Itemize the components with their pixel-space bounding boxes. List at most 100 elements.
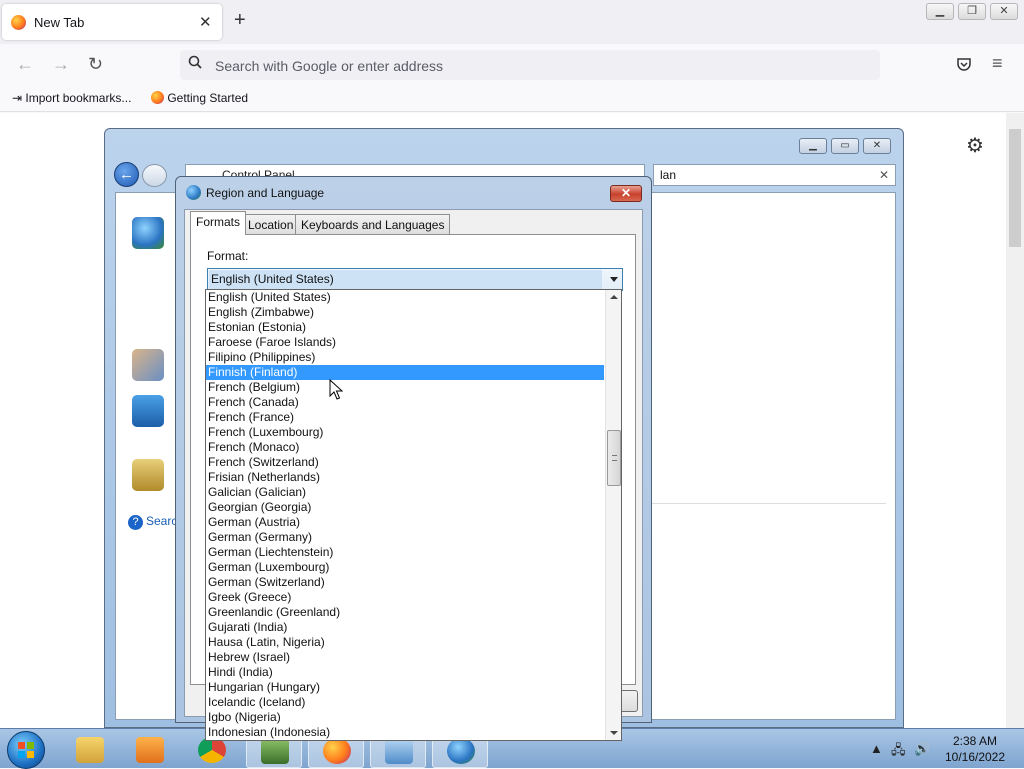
format-option[interactable]: English (Zimbabwe)	[206, 305, 604, 320]
forward-arrow-icon[interactable]: →	[52, 54, 70, 75]
clock-date: 10/16/2022	[944, 750, 1006, 764]
format-option[interactable]: Georgian (Georgia)	[206, 500, 604, 515]
url-bar[interactable]: Search with Google or enter address	[180, 50, 880, 80]
format-option[interactable]: French (Switzerland)	[206, 455, 604, 470]
cp-minimize-button[interactable]: ▁	[799, 138, 827, 154]
start-button[interactable]	[7, 731, 45, 769]
pocket-icon[interactable]	[956, 56, 972, 72]
format-option[interactable]: Hungarian (Hungary)	[206, 680, 604, 695]
show-hidden-icons-chevron-icon[interactable]: ▲	[870, 741, 883, 756]
format-option[interactable]: German (Liechtenstein)	[206, 545, 604, 560]
network-tray-icon[interactable]: 🖧	[891, 741, 906, 763]
format-option[interactable]: Hindi (India)	[206, 665, 604, 680]
volume-icon[interactable]: 🔊	[914, 741, 930, 757]
format-option[interactable]: French (Luxembourg)	[206, 425, 604, 440]
format-option[interactable]: German (Germany)	[206, 530, 604, 545]
firefox-icon	[151, 91, 164, 104]
firefox-icon	[323, 738, 351, 764]
cp-search-input[interactable]: lan ✕	[653, 164, 896, 186]
back-arrow-icon[interactable]: ←	[16, 54, 34, 75]
window-close-button[interactable]: ✕	[990, 3, 1018, 20]
format-label: Format:	[207, 249, 249, 263]
getting-started-link[interactable]: Getting Started	[151, 91, 248, 105]
format-option[interactable]: Faroese (Faroe Islands)	[206, 335, 604, 350]
browser-tab-new-tab[interactable]: New Tab ✕	[2, 4, 222, 40]
firefox-favicon-icon	[11, 15, 26, 30]
format-option[interactable]: French (Canada)	[206, 395, 604, 410]
browser-tab-bar: New Tab ✕ + ▁ ❐ ✕	[0, 0, 1024, 44]
format-option[interactable]: German (Luxembourg)	[206, 560, 604, 575]
format-option[interactable]: Filipino (Philippines)	[206, 350, 604, 365]
import-bookmarks-link[interactable]: ⇥ Import bookmarks...	[12, 91, 131, 105]
network-icon	[261, 738, 289, 764]
format-combobox[interactable]: English (United States)	[207, 268, 623, 291]
region-icon	[447, 738, 475, 764]
format-option[interactable]: Greek (Greece)	[206, 590, 604, 605]
browser-nav-bar: ← → ↻ Search with Google or enter addres…	[0, 44, 1024, 86]
user-accounts-icon[interactable]	[132, 349, 164, 381]
new-tab-button[interactable]: +	[234, 10, 246, 30]
cp-maximize-button[interactable]: ▭	[831, 138, 859, 154]
cp-search-value: lan	[660, 168, 677, 182]
format-option[interactable]: English (United States)	[206, 290, 604, 305]
cp-forward-button[interactable]	[142, 164, 167, 187]
format-option[interactable]: Hausa (Latin, Nigeria)	[206, 635, 604, 650]
help-icon: ?	[128, 515, 143, 530]
region-globe-icon[interactable]	[132, 217, 164, 249]
menu-hamburger-icon[interactable]: ≡	[992, 53, 1003, 74]
bookmarks-toolbar: ⇥ Import bookmarks... Getting Started	[0, 86, 1024, 112]
format-option[interactable]: Hebrew (Israel)	[206, 650, 604, 665]
explorer-icon	[76, 737, 104, 763]
page-scrollbar-thumb[interactable]	[1009, 129, 1021, 247]
format-option[interactable]: Galician (Galician)	[206, 485, 604, 500]
search-icon	[188, 55, 202, 69]
format-option[interactable]: French (Monaco)	[206, 440, 604, 455]
format-option[interactable]: Igbo (Nigeria)	[206, 710, 604, 725]
dropdown-scrollbar[interactable]	[605, 290, 621, 740]
format-option[interactable]: German (Switzerland)	[206, 575, 604, 590]
scroll-up-icon[interactable]	[610, 295, 618, 299]
clock[interactable]: 2:38 AM 10/16/2022	[942, 733, 1008, 765]
format-option[interactable]: Icelandic (Iceland)	[206, 695, 604, 710]
format-option[interactable]: French (France)	[206, 410, 604, 425]
format-option[interactable]: Greenlandic (Greenland)	[206, 605, 604, 620]
globe-icon	[186, 185, 201, 200]
format-option[interactable]: Indonesian (Indonesia)	[206, 725, 604, 740]
format-option[interactable]: Estonian (Estonia)	[206, 320, 604, 335]
format-option[interactable]: Frisian (Netherlands)	[206, 470, 604, 485]
taskbar-media-player[interactable]	[122, 732, 178, 768]
reload-icon[interactable]: ↻	[88, 54, 103, 75]
tab-close-icon[interactable]: ✕	[199, 13, 212, 31]
media-player-icon	[136, 737, 164, 763]
window-restore-button[interactable]: ❐	[958, 3, 986, 20]
windows-logo-icon	[18, 742, 34, 758]
cp-back-button[interactable]: ←	[114, 162, 139, 187]
dialog-close-button[interactable]: ✕	[610, 185, 642, 202]
divider	[636, 503, 886, 504]
folder-options-icon[interactable]	[132, 459, 164, 491]
scroll-down-icon[interactable]	[610, 731, 618, 735]
page-scrollbar[interactable]	[1006, 113, 1024, 728]
format-option[interactable]: Finnish (Finland)	[206, 365, 604, 380]
mouse-cursor-icon	[329, 379, 343, 400]
tab-title: New Tab	[34, 15, 85, 30]
control-panel-icon	[385, 738, 413, 764]
format-selected-value: English (United States)	[209, 270, 602, 289]
window-minimize-button[interactable]: ▁	[926, 3, 954, 20]
gear-icon[interactable]: ⚙	[966, 133, 984, 158]
format-option[interactable]: French (Belgium)	[206, 380, 604, 395]
display-icon[interactable]	[132, 395, 164, 427]
cp-close-button[interactable]: ✕	[863, 138, 891, 154]
clear-search-icon[interactable]: ✕	[879, 168, 889, 182]
tab-keyboards-languages[interactable]: Keyboards and Languages	[295, 214, 451, 234]
format-dropdown-list[interactable]: English (United States) English (Zimbabwe…	[205, 289, 622, 741]
tab-formats[interactable]: Formats	[190, 211, 247, 235]
clock-time: 2:38 AM	[952, 734, 998, 748]
tab-location[interactable]: Location	[242, 214, 300, 234]
format-option[interactable]: German (Austria)	[206, 515, 604, 530]
taskbar-explorer[interactable]	[62, 732, 118, 768]
chevron-down-icon[interactable]	[610, 277, 618, 282]
format-option[interactable]: Gujarati (India)	[206, 620, 604, 635]
dialog-title: Region and Language	[206, 186, 325, 200]
dropdown-scrollbar-thumb[interactable]	[607, 430, 621, 486]
